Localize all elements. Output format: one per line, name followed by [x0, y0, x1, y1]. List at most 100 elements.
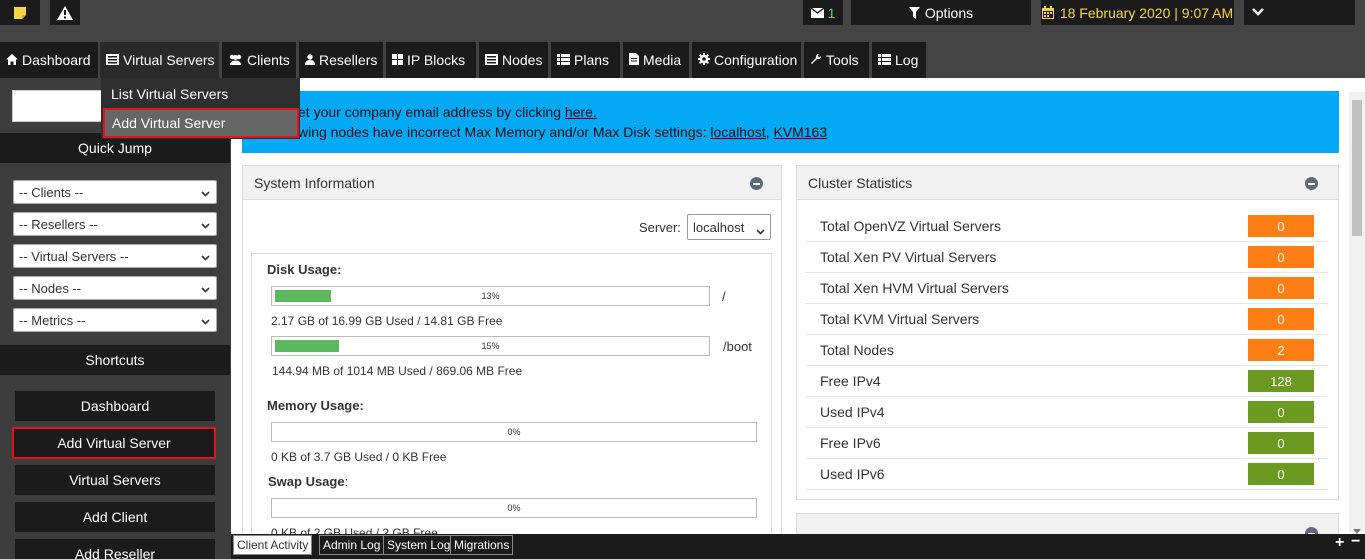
disk-mount: /	[722, 289, 726, 304]
calendar-icon	[1041, 6, 1054, 19]
tab-client-activity[interactable]: Client Activity	[233, 535, 313, 555]
progress-label: 15%	[481, 341, 500, 351]
progress-label: 0%	[507, 503, 521, 513]
stat-row: Free IPv6 0	[806, 428, 1328, 459]
users-icon	[228, 52, 243, 68]
stat-value-badge: 0	[1248, 246, 1314, 268]
tab-admin-log[interactable]: Admin Log	[319, 535, 385, 555]
stat-value-badge: 2	[1248, 339, 1314, 361]
swap-progress: 0%	[271, 498, 757, 518]
memory-usage-label: Memory Usage:	[267, 398, 364, 413]
stat-label: Free IPv6	[820, 435, 881, 451]
stat-label: Free IPv4	[820, 373, 881, 389]
email-settings-link[interactable]: here.	[565, 104, 597, 120]
metrics-select[interactable]: -- Metrics --	[13, 308, 217, 332]
tab-label: Resellers	[319, 52, 378, 68]
select-value: -- Resellers --	[19, 216, 98, 232]
file-icon	[629, 52, 639, 68]
stat-value-badge: 0	[1248, 277, 1314, 299]
disk-detail: 144.94 MB of 1014 MB Used / 869.06 MB Fr…	[272, 364, 523, 378]
shortcut-add-virtual-server-button[interactable]: Add Virtual Server	[12, 427, 216, 459]
expand-log-button[interactable]: +	[1335, 534, 1344, 552]
stat-label: Total Xen HVM Virtual Servers	[820, 280, 1009, 296]
menu-item-list-virtual-servers[interactable]: List Virtual Servers	[101, 80, 300, 108]
stat-value-badge: 128	[1248, 370, 1314, 392]
tab-resellers[interactable]: Resellers	[299, 42, 384, 78]
tab-dashboard[interactable]: Dashboard	[0, 42, 99, 78]
tab-label: Tools	[826, 52, 859, 68]
tab-label: Clients	[247, 52, 290, 68]
stat-row: Total Xen HVM Virtual Servers 0	[806, 273, 1328, 304]
options-button[interactable]: Options	[851, 0, 1031, 25]
tab-configuration[interactable]: Configuration	[692, 42, 802, 78]
virtual-servers-select[interactable]: -- Virtual Servers --	[13, 244, 217, 268]
user-menu-toggle[interactable]	[1244, 0, 1355, 25]
swap-label-colon: :	[344, 474, 349, 489]
shortcut-dashboard-button[interactable]: Dashboard	[15, 391, 215, 421]
progress-label: 0%	[507, 427, 521, 437]
chevron-down-icon	[201, 281, 210, 296]
stat-label: Used IPv6	[820, 466, 885, 482]
disk-root-progress: 13%	[271, 286, 710, 306]
envelope-icon	[810, 7, 824, 18]
options-label: Options	[924, 4, 974, 21]
chevron-down-icon	[201, 249, 210, 264]
stat-label: Total Xen PV Virtual Servers	[820, 249, 997, 265]
date-display[interactable]: 18 February 2020 | 9:07 AM	[1041, 0, 1234, 25]
collapse-icon[interactable]	[1305, 177, 1318, 190]
stat-label: Total KVM Virtual Servers	[820, 311, 980, 327]
scroll-thumb[interactable]	[1352, 100, 1362, 236]
tab-media[interactable]: Media	[623, 42, 690, 78]
tab-label: Dashboard	[22, 52, 91, 68]
stat-row: Total Xen PV Virtual Servers 0	[806, 242, 1328, 273]
server-select[interactable]: localhost	[687, 214, 771, 240]
alerts-button[interactable]	[50, 0, 80, 25]
notes-button[interactable]	[0, 0, 40, 25]
tab-system-log[interactable]: System Log	[383, 535, 455, 555]
tab-migrations[interactable]: Migrations	[450, 535, 514, 555]
top-bar: 1 Options 18 February 2020 | 9:07 AM	[0, 0, 1365, 42]
tab-virtual-servers[interactable]: Virtual Servers	[100, 42, 220, 78]
nodes-select[interactable]: -- Nodes --	[13, 276, 217, 300]
node-localhost-link[interactable]: localhost	[710, 124, 765, 140]
swap-label-text: Swap Usage	[268, 474, 345, 489]
resellers-select[interactable]: -- Resellers --	[13, 212, 217, 236]
stat-row: Free IPv4 128	[806, 366, 1328, 397]
tab-log[interactable]: Log	[872, 42, 927, 78]
menu-item-add-virtual-server[interactable]: Add Virtual Server	[103, 108, 299, 138]
node-kvm163-link[interactable]: KVM163	[773, 124, 827, 140]
tab-nodes[interactable]: Nodes	[479, 42, 549, 78]
tab-plans[interactable]: Plans	[551, 42, 621, 78]
stat-label: Total OpenVZ Virtual Servers	[820, 218, 1002, 234]
user-icon	[305, 52, 315, 68]
stat-value-badge: 0	[1248, 432, 1314, 454]
tab-clients[interactable]: Clients	[222, 42, 297, 78]
tab-tools[interactable]: Tools	[804, 42, 870, 78]
chevron-down-icon	[1252, 8, 1264, 17]
alert-text: wing nodes have incorrect Max Memory and…	[298, 124, 711, 140]
stat-row: Used IPv4 0	[806, 397, 1328, 428]
clients-select[interactable]: -- Clients --	[13, 180, 217, 204]
server-label: Server:	[639, 220, 681, 235]
collapse-icon[interactable]	[750, 177, 763, 190]
gear-icon	[698, 52, 710, 68]
sidebar-search-input[interactable]	[12, 90, 108, 122]
shortcut-virtual-servers-button[interactable]: Virtual Servers	[15, 465, 215, 495]
message-count: 1	[827, 4, 836, 21]
server-list-icon	[106, 52, 119, 68]
messages-button[interactable]: 1	[803, 0, 843, 25]
stat-label: Used IPv4	[820, 404, 885, 420]
select-value: -- Virtual Servers --	[19, 248, 129, 264]
shortcut-add-reseller-button[interactable]: Add Reseller	[15, 539, 215, 559]
stat-value-badge: 0	[1248, 308, 1314, 330]
home-icon	[6, 52, 18, 68]
alert-text: et your company email address by clickin…	[298, 104, 565, 120]
memory-detail: 0 KB of 3.7 GB Used / 0 KB Free	[271, 450, 447, 464]
tab-ip-blocks[interactable]: IP Blocks	[386, 42, 477, 78]
shortcut-add-client-button[interactable]: Add Client	[15, 502, 215, 532]
list-icon	[557, 52, 570, 68]
chevron-down-icon	[201, 313, 210, 328]
collapse-log-button[interactable]: −	[1351, 533, 1360, 551]
tab-label: Virtual Servers	[123, 52, 215, 68]
alert-line-nodes: wing nodes have incorrect Max Memory and…	[298, 124, 827, 140]
